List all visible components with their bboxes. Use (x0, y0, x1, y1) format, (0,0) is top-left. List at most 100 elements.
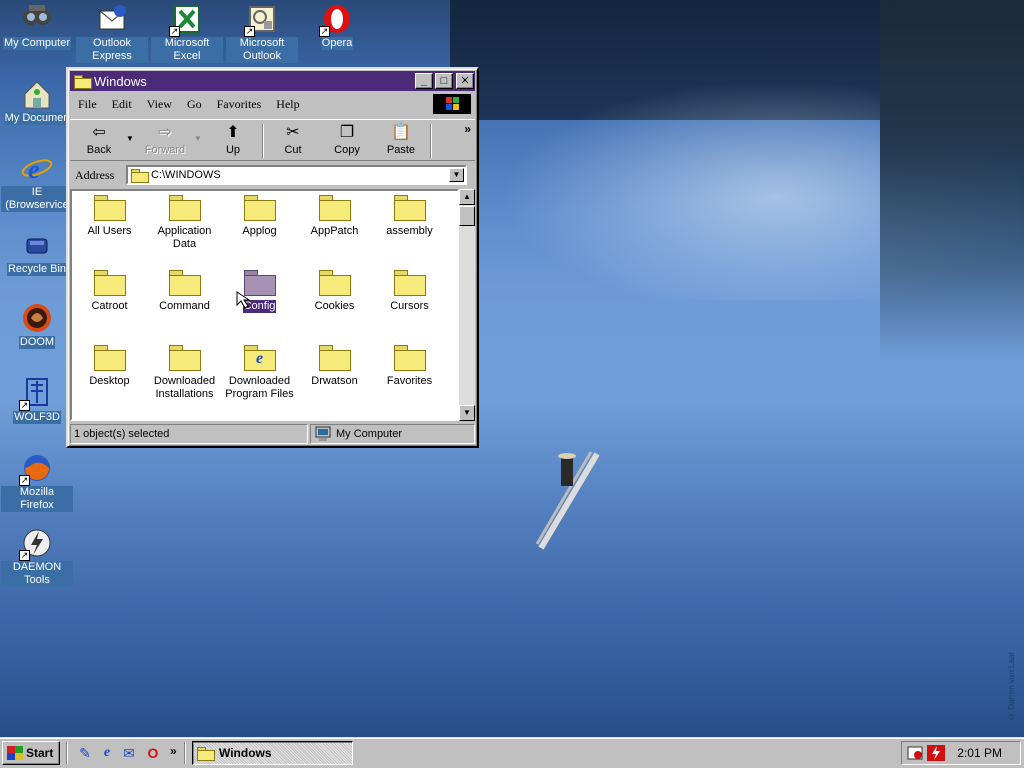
menu-help[interactable]: Help (276, 97, 299, 112)
window-title: Windows (94, 73, 147, 89)
folder-icon (168, 270, 201, 296)
quicklaunch-ie-icon[interactable]: e (98, 744, 116, 762)
folder-icon (318, 345, 351, 371)
desktop-icon-outlook-express[interactable]: Outlook Express (76, 3, 148, 63)
svg-text:e: e (28, 155, 40, 184)
desktop-icon-label: My Computer (2, 37, 72, 50)
file-item[interactable]: e Downloaded Program Files (222, 345, 297, 401)
desktop-icon-doom[interactable]: DOOM (1, 302, 73, 349)
scroll-up-button[interactable]: ▲ (459, 189, 475, 205)
file-item[interactable]: AppPatch (297, 195, 372, 238)
file-item[interactable]: Applog (222, 195, 297, 238)
desktop-icon-my-documents[interactable]: My Documen (1, 78, 73, 125)
desktop-icon-label: WOLF3D (13, 411, 61, 424)
back-arrow-icon: ⇦ (92, 124, 106, 141)
tray-daemon-tools-icon[interactable] (926, 744, 946, 762)
scroll-down-button[interactable]: ▼ (459, 405, 475, 421)
opera-icon: ↗ (319, 3, 353, 37)
file-item[interactable]: Favorites (372, 345, 447, 388)
file-item-name: assembly (386, 225, 433, 237)
windows-flag-icon (7, 746, 23, 760)
folder-icon (168, 195, 201, 221)
desktop-icon-my-computer[interactable]: My Computer (1, 3, 73, 50)
file-item[interactable]: assembly (372, 195, 447, 238)
desktop-icon-label: Mozilla Firefox (1, 486, 73, 512)
cut-button[interactable]: ✂ Cut (268, 122, 318, 156)
copy-label: Copy (334, 144, 360, 156)
file-item[interactable]: Command (147, 270, 222, 313)
quicklaunch-show-desktop-icon[interactable]: ✎ (76, 744, 94, 762)
back-dropdown-icon[interactable]: ▼ (126, 134, 134, 143)
desktop-icon-label: Opera (320, 37, 354, 50)
address-field[interactable]: C:\WINDOWS ▼ (126, 165, 467, 185)
desktop-icon-wolf3d[interactable]: ↗ WOLF3D (1, 377, 73, 424)
desktop-icon-label: DOOM (18, 336, 56, 349)
close-button[interactable]: ✕ (456, 73, 474, 89)
explorer-window[interactable]: Windows _ □ ✕ File Edit View Go Favorite… (66, 67, 479, 448)
file-item[interactable]: Downloaded Installations (147, 345, 222, 401)
forward-button[interactable]: ⇨ Forward (140, 122, 190, 156)
quicklaunch-opera-icon[interactable]: O (144, 744, 162, 762)
file-item-name: Favorites (386, 375, 433, 387)
toolbar-separator (430, 124, 432, 158)
desktop-icon-opera[interactable]: ↗ Opera (301, 3, 373, 50)
file-item[interactable]: All Users (72, 195, 147, 238)
shortcut-arrow-icon: ↗ (19, 400, 30, 411)
file-item[interactable]: Cursors (372, 270, 447, 313)
file-item[interactable]: Catroot (72, 270, 147, 313)
folder-icon (393, 270, 426, 296)
desktop-icon-firefox[interactable]: ↗ Mozilla Firefox (1, 452, 73, 512)
wolf3d-icon: ↗ (19, 377, 53, 411)
tray-scheduler-icon[interactable] (906, 744, 926, 762)
folder-icon (93, 345, 126, 371)
forward-dropdown-icon[interactable]: ▼ (194, 134, 202, 143)
outlook-icon: ↗ (244, 3, 278, 37)
file-item[interactable]: Application Data (147, 195, 222, 251)
shortcut-arrow-icon: ↗ (319, 26, 330, 37)
desktop-icon-excel[interactable]: ↗ Microsoft Excel (151, 3, 223, 63)
start-button[interactable]: Start (2, 741, 60, 765)
back-button[interactable]: ⇦ Back (74, 122, 124, 156)
minimize-button[interactable]: _ (415, 73, 433, 89)
menu-favorites[interactable]: Favorites (217, 97, 262, 112)
up-button[interactable]: ⬆ Up (208, 122, 258, 156)
menu-go[interactable]: Go (187, 97, 202, 112)
clock[interactable]: 2:01 PM (957, 746, 1002, 760)
paste-label: Paste (386, 144, 416, 156)
doom-icon (21, 302, 53, 334)
desktop-icon-recycle-bin[interactable]: Recycle Bin (1, 229, 73, 276)
file-item-name: Applog (242, 225, 277, 237)
maximize-button[interactable]: □ (435, 73, 453, 89)
paste-icon: 📋 (391, 124, 411, 141)
file-item[interactable]: Cookies (297, 270, 372, 313)
taskbar-button-windows[interactable]: Windows (192, 741, 353, 765)
toolbar-more-button[interactable]: » (464, 122, 471, 136)
desktop-icon-outlook[interactable]: ↗ Microsoft Outlook (226, 3, 298, 63)
menu-file[interactable]: File (78, 97, 97, 112)
file-item[interactable]: Desktop (72, 345, 147, 388)
window-titlebar[interactable]: Windows _ □ ✕ (70, 71, 475, 91)
scroll-thumb[interactable] (459, 206, 475, 226)
folder-icon (243, 195, 276, 221)
recycle-bin-icon (21, 229, 53, 261)
vertical-scrollbar[interactable]: ▲ ▼ (459, 189, 475, 421)
wallpaper-mountains (450, 0, 1024, 120)
quicklaunch-more-button[interactable]: » (170, 744, 177, 758)
menu-edit[interactable]: Edit (112, 97, 132, 112)
desktop-icon-daemon-tools[interactable]: ↗ DAEMON Tools (1, 527, 73, 587)
folder-icon (318, 195, 351, 221)
paste-button[interactable]: 📋 Paste (376, 122, 426, 156)
quicklaunch-outlook-express-icon[interactable]: ✉ (120, 744, 138, 762)
desktop-icon-label: Microsoft Outlook (226, 37, 298, 63)
menu-view[interactable]: View (147, 97, 172, 112)
taskbar-separator (184, 742, 186, 764)
file-item-name: Catroot (91, 300, 128, 312)
address-dropdown-button[interactable]: ▼ (449, 168, 464, 182)
standard-toolbar: ⇦ Back ▼ ⇨ Forward ▼ ⬆ Up ✂ Cut ❐ Copy 📋… (70, 119, 475, 161)
desktop-icon-ie[interactable]: e IE (Browservice (1, 152, 73, 212)
file-item[interactable]: Drwatson (297, 345, 372, 388)
status-bar: 1 object(s) selected My Computer (70, 424, 475, 444)
folder-icon (93, 195, 126, 221)
copy-button[interactable]: ❐ Copy (322, 122, 372, 156)
file-list-view[interactable]: All Users Application Data Applog AppPat… (70, 189, 459, 421)
